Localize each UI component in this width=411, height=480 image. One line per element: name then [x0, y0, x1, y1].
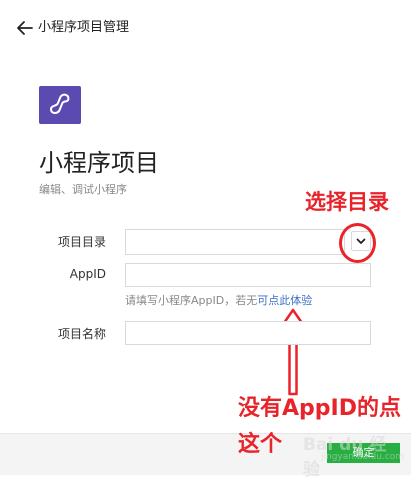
project-dir-label: 项目目录	[57, 235, 106, 249]
appid-label: AppID	[69, 267, 106, 281]
page-title: 小程序项目	[39, 149, 159, 177]
mini-program-logo-icon	[39, 86, 81, 124]
project-name-label: 项目名称	[57, 327, 106, 341]
project-dir-dropdown-button[interactable]	[351, 231, 371, 251]
try-demo-link[interactable]: 可点此体验	[257, 294, 312, 307]
confirm-button[interactable]: 确定	[327, 443, 400, 463]
header-title: 小程序项目管理	[38, 20, 130, 35]
project-name-input[interactable]	[125, 321, 371, 345]
page-subtitle: 编辑、调试小程序	[39, 183, 127, 196]
project-dir-select[interactable]	[125, 229, 345, 255]
annotation-select-directory: 选择目录	[305, 190, 389, 214]
appid-input[interactable]	[125, 263, 371, 287]
header-bar: 小程序项目管理	[0, 0, 411, 56]
annotation-no-appid: 没有AppID的点	[238, 396, 401, 421]
chevron-down-icon	[356, 238, 366, 244]
appid-hint: 请填写小程序AppID，若无可点此体验	[125, 293, 312, 309]
appid-hint-text: 请填写小程序AppID，若无	[125, 294, 258, 307]
arrow-left-icon[interactable]	[16, 19, 34, 37]
annotation-click-this: 这个	[238, 432, 283, 457]
